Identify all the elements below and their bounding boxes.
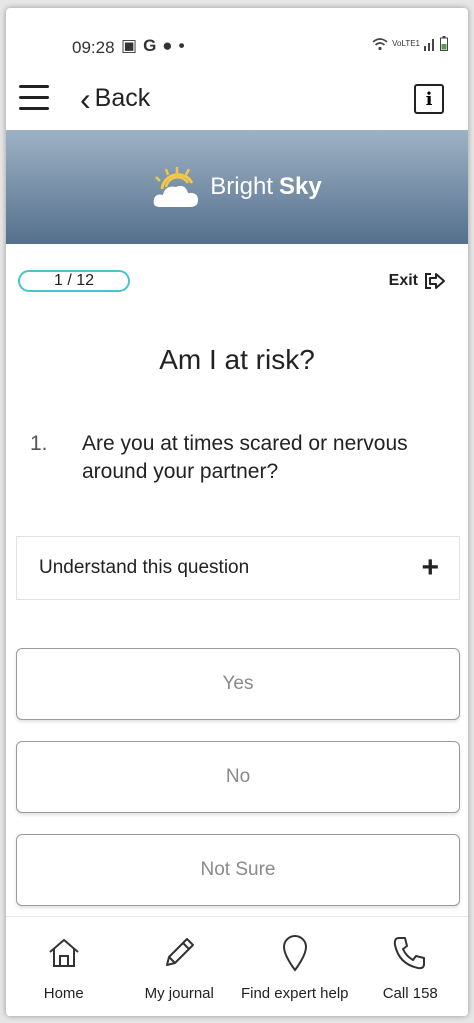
answer-no-button[interactable]: No [16,741,460,813]
progress-indicator: 1 / 12 [18,270,130,292]
page-title: Am I at risk? [159,344,315,375]
google-icon: G [143,36,157,55]
phone-screen: 09:28 ▣ G ● • VoLTE1 ‹ Back i Bright Sky… [6,8,468,1016]
gallery-icon: ▣ [121,36,138,55]
account-icon: ● [162,36,173,55]
nav-home[interactable]: Home [6,917,122,1016]
back-button[interactable]: ‹ Back [80,80,151,117]
bottom-navigation: Home My journal Find expert help Call 15… [6,916,468,1016]
question: 1. Are you at times scared or nervous ar… [30,430,450,486]
hamburger-menu-icon[interactable] [19,83,51,113]
nav-my-journal-label: My journal [144,985,214,1002]
battery-icon [440,36,448,51]
brand-bright: Bright [210,173,273,200]
brand-banner: Bright Sky [6,130,468,244]
location-pin-icon [282,935,307,972]
top-bar: ‹ Back i [6,78,468,130]
nav-find-expert-help[interactable]: Find expert help [237,917,353,1016]
exit-button[interactable]: Exit [389,272,446,290]
nav-my-journal[interactable]: My journal [122,917,238,1016]
question-text: Are you at times scared or nervous aroun… [82,432,408,483]
pencil-icon [166,938,195,966]
sun-cloud-icon [153,167,199,207]
nav-call-158[interactable]: Call 158 [353,917,469,1016]
nav-home-label: Home [43,985,84,1002]
info-glyph: i [425,88,433,110]
chevron-left-icon: ‹ [80,80,91,117]
status-time: 09:28 [72,38,115,57]
status-left-icons: ▣ G ● • [121,36,185,56]
dot-icon: • [178,36,185,55]
phone-icon [394,937,426,970]
info-icon[interactable]: i [414,84,444,114]
status-right-icons: VoLTE1 [372,36,448,51]
answer-yes-button[interactable]: Yes [16,648,460,720]
question-number: 1. [30,432,48,455]
brand-sky: Sky [279,173,322,200]
understand-question-accordion[interactable]: Understand this question + [16,536,460,600]
plus-icon: + [421,551,439,584]
status-bar: 09:28 ▣ G ● • VoLTE1 [6,8,468,78]
wifi-icon [372,37,388,50]
exit-icon [425,273,445,289]
exit-label: Exit [388,272,418,289]
accordion-label: Understand this question [39,557,250,578]
nav-find-expert-help-label: Find expert help [240,985,349,1002]
nav-call-158-label: Call 158 [382,985,438,1002]
home-icon [49,939,79,967]
back-label: Back [94,84,151,112]
bright-sky-logo: Bright Sky [152,165,322,209]
answer-not-sure-button[interactable]: Not Sure [16,834,460,906]
volte-label: VoLTE1 [392,39,420,48]
signal-icon [424,38,434,51]
